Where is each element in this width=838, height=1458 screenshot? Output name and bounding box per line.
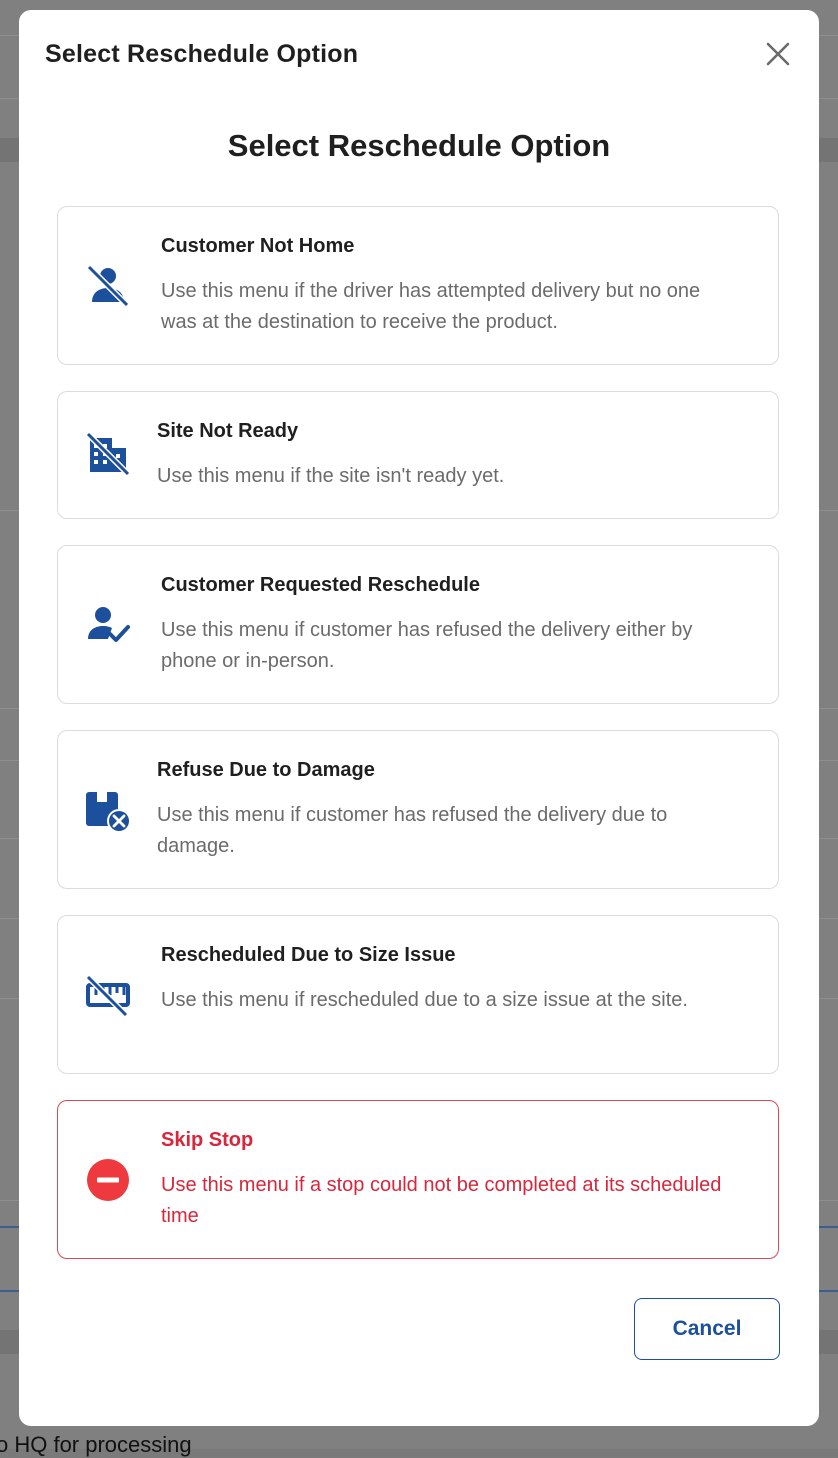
option-description: Use this menu if rescheduled due to a si… — [161, 989, 688, 1011]
ruler-off-icon — [85, 974, 130, 1018]
person-off-icon — [86, 264, 130, 308]
modal-title: Select Reschedule Option — [45, 40, 359, 68]
close-icon[interactable] — [763, 39, 793, 69]
option-description: Use this menu if a stop could not be com… — [161, 1174, 722, 1227]
option-rescheduled-size-issue[interactable]: Rescheduled Due to Size Issue Use this m… — [57, 915, 779, 1074]
minus-circle-icon — [87, 1159, 129, 1201]
option-description: Use this menu if customer has refused th… — [157, 804, 668, 857]
option-description: Use this menu if the site isn't ready ye… — [157, 465, 505, 487]
dialog-heading: Select Reschedule Option — [227, 128, 611, 163]
package-cancel-icon — [86, 792, 131, 833]
option-customer-requested-reschedule[interactable]: Customer Requested Reschedule Use this m… — [57, 545, 779, 704]
option-site-not-ready[interactable]: Site Not Ready Use this menu if the site… — [57, 391, 779, 519]
option-description: Use this menu if the driver has attempte… — [161, 280, 701, 333]
reschedule-modal: Select Reschedule Option Select Reschedu… — [19, 10, 819, 1426]
option-refuse-due-to-damage[interactable]: Refuse Due to Damage Use this menu if cu… — [57, 730, 779, 889]
option-title: Customer Not Home — [161, 235, 355, 257]
cancel-button[interactable]: Cancel — [634, 1298, 780, 1360]
person-check-icon — [88, 607, 130, 642]
background-text: o HQ for processing — [0, 1432, 192, 1457]
building-off-icon — [85, 431, 131, 477]
option-title: Site Not Ready — [157, 420, 299, 442]
option-skip-stop[interactable]: Skip Stop Use this menu if a stop could … — [57, 1100, 779, 1259]
option-customer-not-home[interactable]: Customer Not Home Use this menu if the d… — [57, 206, 779, 365]
option-title: Rescheduled Due to Size Issue — [161, 944, 456, 966]
option-title: Skip Stop — [161, 1129, 254, 1151]
close-button[interactable] — [763, 39, 793, 69]
option-description: Use this menu if customer has refused th… — [161, 619, 693, 672]
option-title: Customer Requested Reschedule — [161, 574, 480, 596]
option-title: Refuse Due to Damage — [157, 759, 375, 781]
